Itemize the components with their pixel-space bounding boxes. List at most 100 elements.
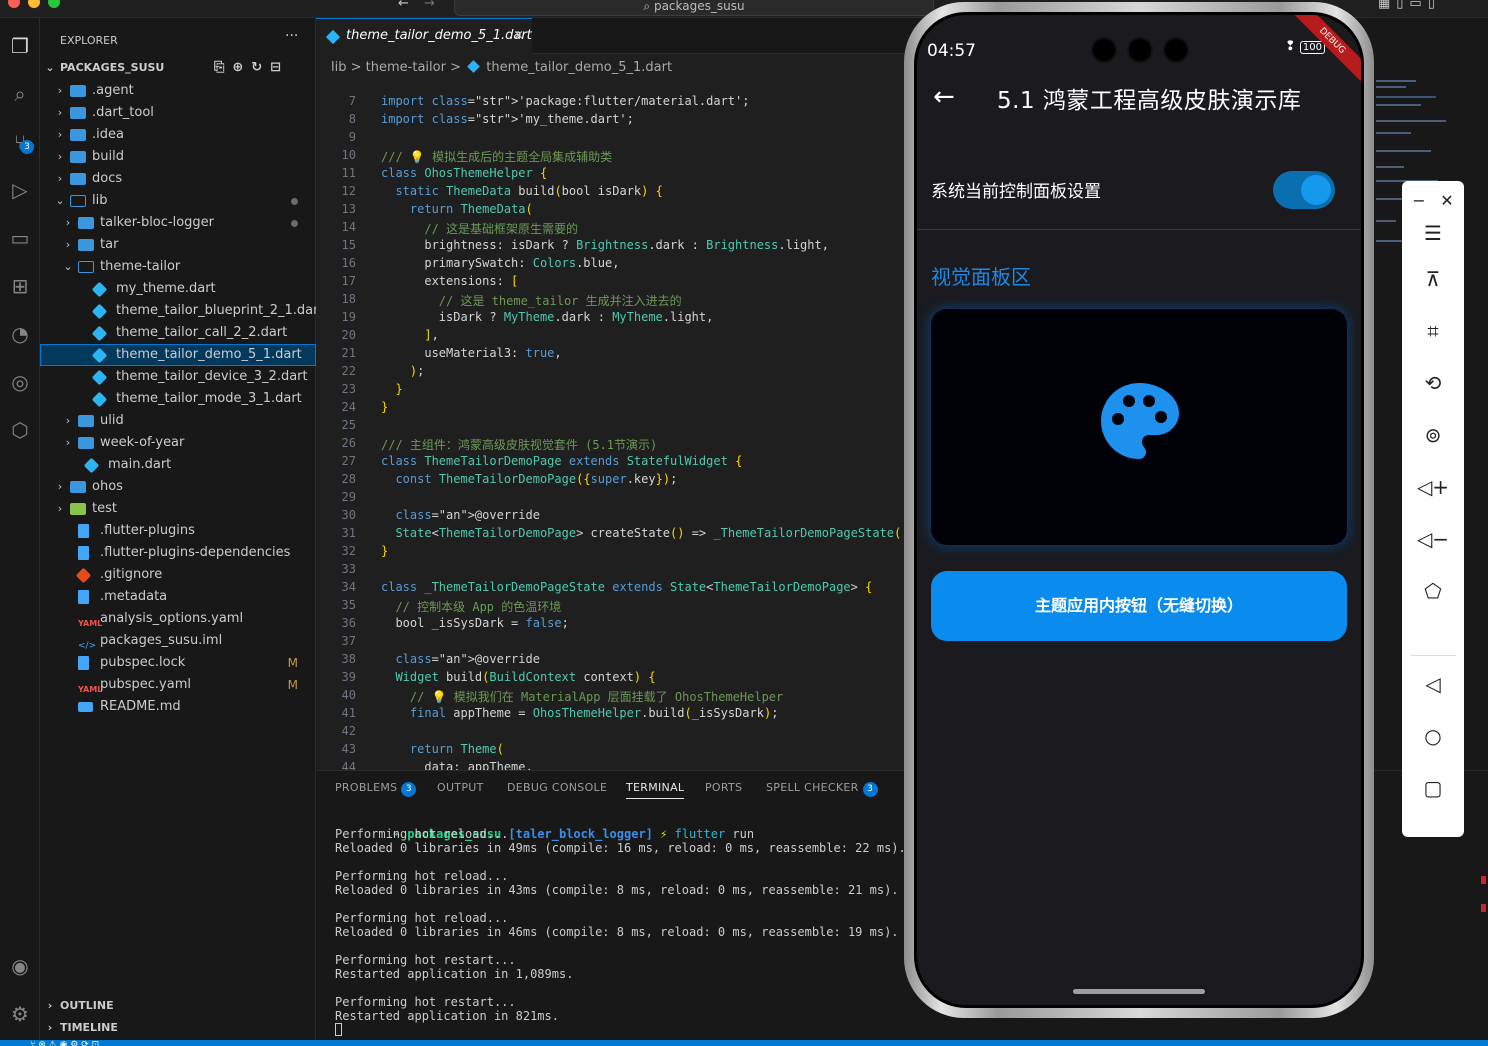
line-number: 19 <box>341 310 356 324</box>
scm-badge: 3 <box>20 140 34 154</box>
tree-item[interactable]: › .dart_tool <box>40 102 316 124</box>
nav-back-icon[interactable]: ← <box>398 0 409 11</box>
settings-gear-icon[interactable]: ⚙ <box>6 1000 34 1028</box>
rotate-icon[interactable]: ⟲ <box>1402 363 1464 403</box>
root-actions[interactable]: ⎘⊕↻⊟ <box>214 58 289 78</box>
tree-item[interactable]: README.md <box>40 696 316 718</box>
folder-open-icon <box>70 195 86 207</box>
theme-switch-button[interactable]: 主题应用内按钮（无缝切换） <box>931 571 1347 641</box>
divider <box>917 229 1361 230</box>
tree-item[interactable]: › build <box>40 146 316 168</box>
back-arrow-icon[interactable]: ← <box>933 82 955 112</box>
tree-item[interactable]: </> packages_susu.iml <box>40 630 316 652</box>
menu-icon[interactable]: ☰ <box>1402 213 1464 253</box>
shake-icon[interactable]: ⬠ <box>1402 571 1464 611</box>
back-icon[interactable]: ◁ <box>1402 664 1464 704</box>
tree-item[interactable]: ⌄ lib <box>40 190 316 212</box>
breadcrumb-file[interactable]: theme_tailor_demo_5_1.dart <box>486 60 672 75</box>
home-icon[interactable]: ○ <box>1402 716 1464 756</box>
dart-file-icon <box>91 391 108 408</box>
tree-item[interactable]: .flutter-plugins-dependencies <box>40 542 316 564</box>
home-indicator[interactable] <box>1073 989 1205 994</box>
outline-section[interactable]: › OUTLINE <box>40 996 316 1016</box>
tree-item[interactable]: main.dart <box>40 454 316 476</box>
nav-forward-icon[interactable]: → <box>424 0 435 11</box>
dark-mode-switch[interactable] <box>1273 171 1335 209</box>
tree-item[interactable]: YAML pubspec.yaml M <box>40 674 316 696</box>
toggle-label: 系统当前控制面板设置 <box>931 182 1101 202</box>
tree-item[interactable]: pubspec.lock M <box>40 652 316 674</box>
screenshot-icon[interactable]: ⊚ <box>1402 415 1464 455</box>
panel-tab-debug-console[interactable]: DEBUG CONSOLE <box>507 781 607 794</box>
pin-icon[interactable]: ⊼ <box>1402 259 1464 299</box>
status-bar-items[interactable]: ⑂ ⊗ ⚠ ◉ ⚙ ⟳ ⊡ <box>0 1040 1488 1046</box>
close-window-button[interactable] <box>8 0 20 8</box>
panel-tab-terminal[interactable]: TERMINAL <box>626 781 685 799</box>
tree-item[interactable]: theme_tailor_mode_3_1.dart <box>40 388 316 410</box>
tree-item[interactable]: .metadata <box>40 586 316 608</box>
more-actions-icon[interactable]: ··· <box>285 28 298 44</box>
terminal-line: Restarted application in 821ms. <box>335 1009 559 1023</box>
tree-item[interactable]: › ohos <box>40 476 316 498</box>
run-debug-icon[interactable]: ▷ <box>6 176 34 204</box>
tree-item[interactable]: › tar <box>40 234 316 256</box>
tree-item[interactable]: theme_tailor_blueprint_2_1.dart <box>40 300 324 322</box>
minimize-window-button[interactable] <box>28 0 40 8</box>
tree-item[interactable]: theme_tailor_demo_5_1.dart <box>40 344 316 366</box>
close-tab-icon[interactable]: × <box>513 19 524 53</box>
dart-file-icon <box>91 347 108 364</box>
tree-item[interactable]: ⌄ theme-tailor <box>40 256 316 278</box>
tree-item[interactable]: my_theme.dart <box>40 278 316 300</box>
command-center-search[interactable]: ⌕ packages_susu <box>454 0 934 16</box>
explorer-icon[interactable]: ❐ <box>6 32 34 60</box>
tab-theme-tailor-demo[interactable]: theme_tailor_demo_5_1.dart × <box>316 18 532 54</box>
layout-icons[interactable]: ▦▯▭▯ <box>1378 0 1441 11</box>
tree-item[interactable]: › docs <box>40 168 316 190</box>
breadcrumb-theme-tailor[interactable]: theme-tailor <box>366 60 446 75</box>
git-status-badge: M <box>287 678 298 692</box>
overview-icon[interactable]: ▢ <box>1402 768 1464 808</box>
tree-item[interactable]: › .idea <box>40 124 316 146</box>
git-graph-icon[interactable]: ◔ <box>6 320 34 348</box>
line-number: 38 <box>341 652 356 666</box>
crop-icon[interactable]: ⌗ <box>1402 311 1464 351</box>
panel-tab-spell-checker[interactable]: SPELL CHECKER 3 <box>766 781 878 797</box>
tree-item-label: lib <box>92 193 108 208</box>
tree-item[interactable]: › talker-bloc-logger <box>40 212 316 234</box>
status-icons: ❢ 100 <box>1285 39 1325 54</box>
zoom-window-button[interactable] <box>48 0 60 8</box>
code-line: isDark ? MyTheme.dark : MyTheme.light, <box>381 310 714 324</box>
tree-item[interactable]: theme_tailor_call_2_2.dart <box>40 322 316 344</box>
remote-explorer-icon[interactable]: ▭ <box>6 224 34 252</box>
tree-item[interactable]: .flutter-plugins <box>40 520 316 542</box>
tree-item[interactable]: theme_tailor_device_3_2.dart <box>40 366 316 388</box>
volume-up-icon[interactable]: ◁+ <box>1402 467 1464 507</box>
search-icon[interactable]: ⌕ <box>6 80 34 108</box>
code-editor[interactable]: 7 import class="str">'package:flutter/mat… <box>316 88 908 774</box>
line-number: 36 <box>341 616 356 630</box>
tree-item[interactable]: › .agent <box>40 80 316 102</box>
tree-item-label: .idea <box>92 127 124 142</box>
activity-bar: ❐ ⌕ ⑂ 3 ▷ ▭ ⊞ ◔ ◎ ⬡ ◉ ⚙ <box>0 18 40 1040</box>
tree-item[interactable]: › ulid <box>40 410 316 432</box>
tree-item[interactable]: › test <box>40 498 316 520</box>
dart-file-icon <box>91 369 108 386</box>
containers-icon[interactable]: ⬡ <box>6 416 34 444</box>
panel-tab-problems[interactable]: PROBLEMS 3 <box>335 781 417 797</box>
tree-item[interactable]: YAML analysis_options.yaml <box>40 608 316 630</box>
timeline-section[interactable]: › TIMELINE <box>40 1018 316 1038</box>
testing-icon[interactable]: ◎ <box>6 368 34 396</box>
source-control-icon[interactable]: ⑂ 3 <box>6 128 34 156</box>
workspace-root[interactable]: ⌄ PACKAGES_SUSU ⎘⊕↻⊟ <box>40 58 316 78</box>
panel-tab-output[interactable]: OUTPUT <box>437 781 484 794</box>
tree-item[interactable]: .gitignore <box>40 564 316 586</box>
breadcrumb-lib[interactable]: lib <box>331 60 346 75</box>
tree-item[interactable]: › week-of-year <box>40 432 316 454</box>
code-line: class ThemeTailorDemoPage extends Statef… <box>381 454 743 468</box>
panel-tab-ports[interactable]: PORTS <box>705 781 742 794</box>
extensions-icon[interactable]: ⊞ <box>6 272 34 300</box>
account-icon[interactable]: ◉ <box>6 952 34 980</box>
volume-down-icon[interactable]: ◁− <box>1402 519 1464 559</box>
palette-icon <box>1101 383 1179 459</box>
toolbar-divider <box>1410 655 1456 656</box>
